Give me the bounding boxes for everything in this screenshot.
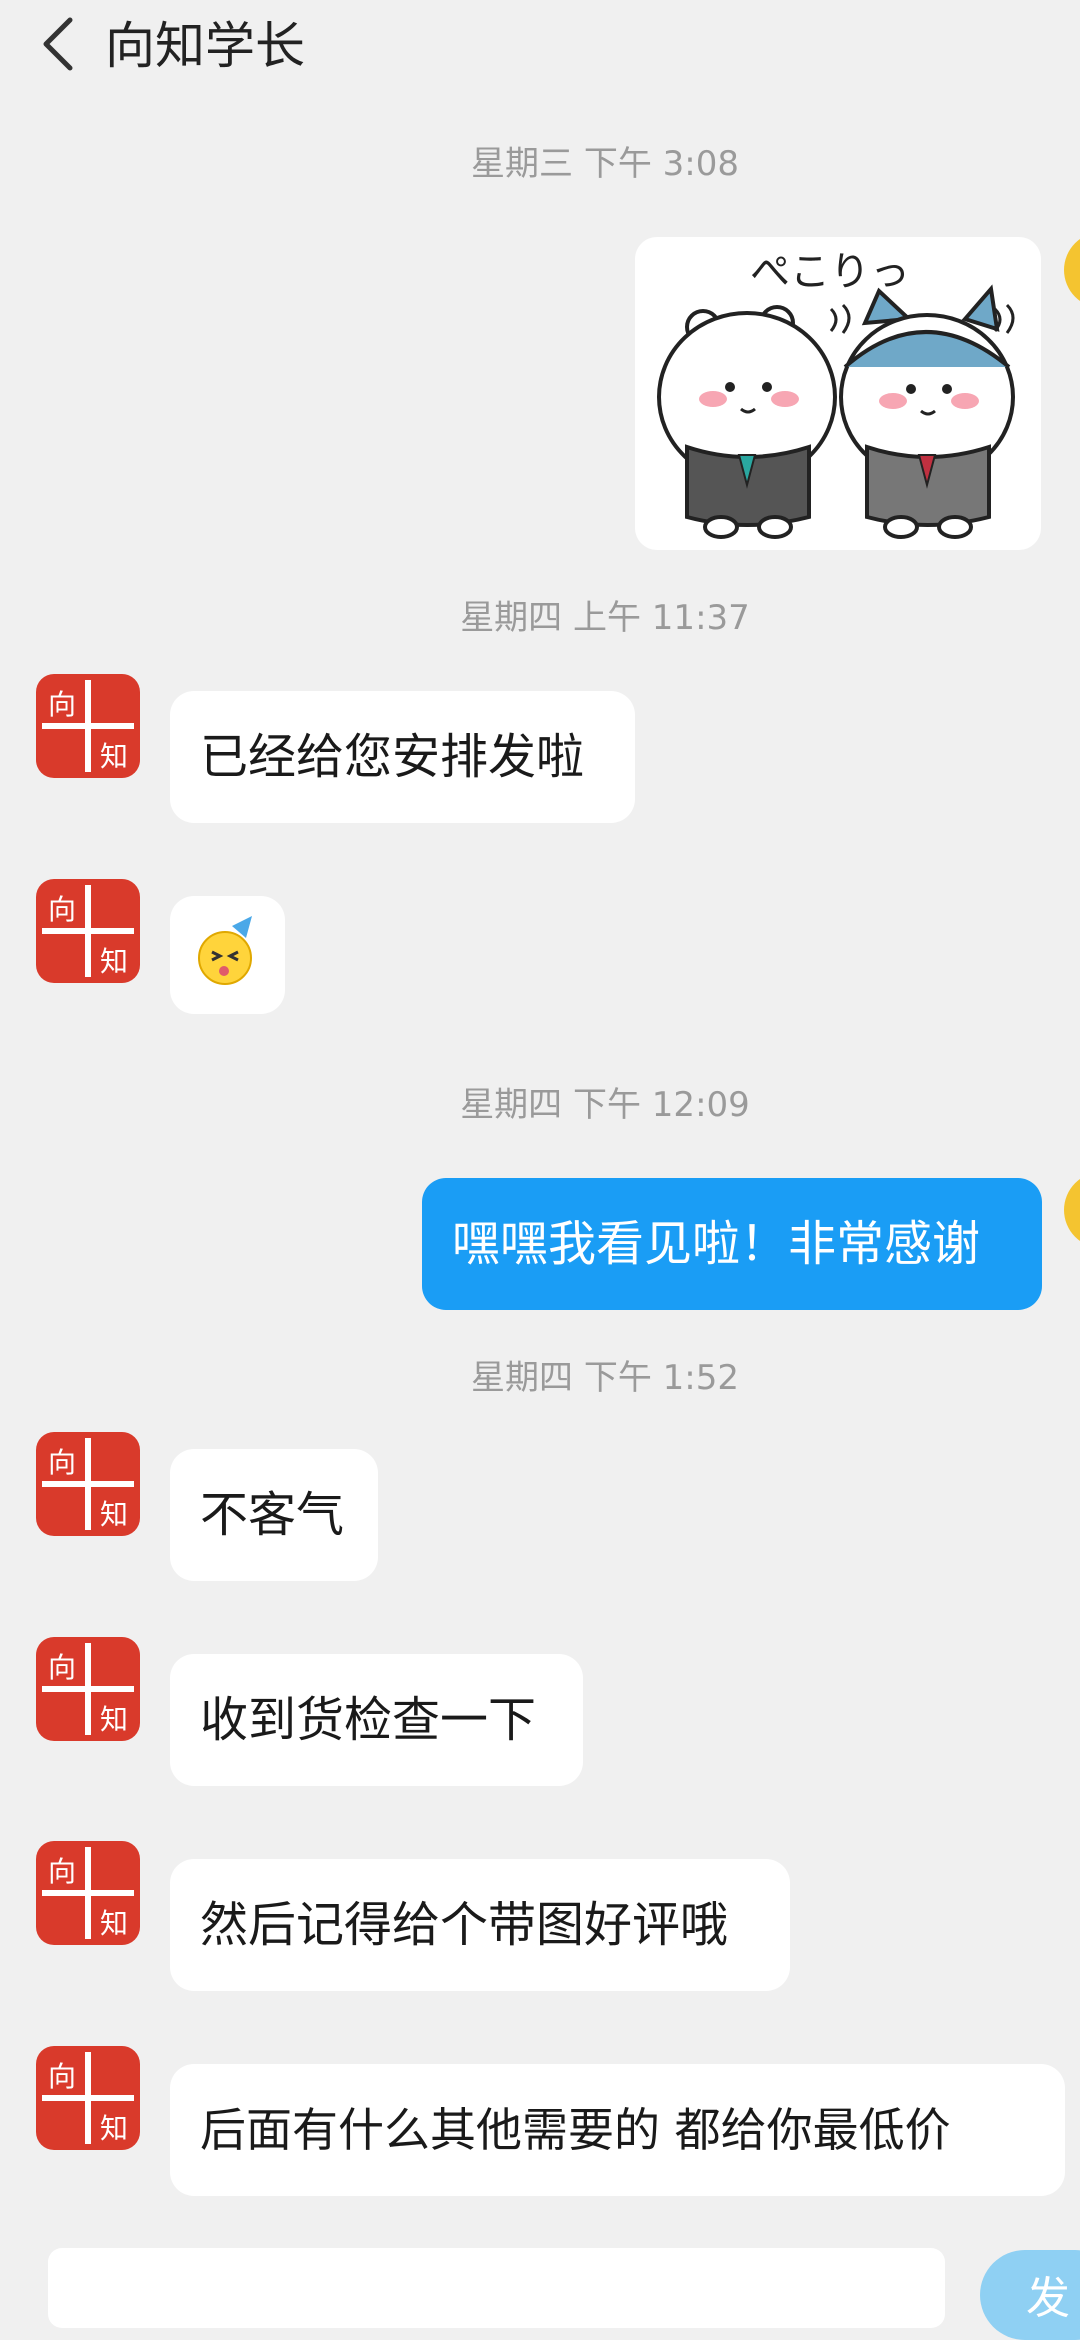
svg-text:向: 向 — [48, 1446, 76, 1479]
message-input[interactable] — [48, 2248, 945, 2328]
timestamp: 星期四 下午 12:09 — [460, 1085, 750, 1125]
timestamp: 星期四 下午 1:52 — [471, 1358, 739, 1398]
svg-text:向: 向 — [48, 1855, 76, 1888]
message-bubble[interactable]: 然后记得给个带图好评哦 — [170, 1859, 790, 1991]
timestamp: 星期四 上午 11:37 — [460, 598, 750, 638]
svg-text:向: 向 — [48, 1651, 76, 1684]
message-bubble[interactable]: 已经给您安排发啦 — [170, 691, 635, 823]
avatar[interactable]: 向 知 — [32, 1633, 144, 1745]
svg-text:知: 知 — [100, 1907, 128, 1940]
sticker-message[interactable]: ぺこりっ — [635, 237, 1041, 550]
emoji-message[interactable] — [170, 896, 285, 1014]
message-bubble[interactable]: 收到货检查一下 — [170, 1654, 583, 1786]
party-face-emoji — [198, 916, 252, 985]
chat-header: 向知学长 — [0, 0, 1080, 95]
send-label: 发 — [1026, 2273, 1070, 2324]
svg-text:向: 向 — [48, 893, 76, 926]
svg-text:知: 知 — [100, 945, 128, 978]
sticker-caption: ぺこりっ — [750, 249, 910, 295]
svg-text:知: 知 — [100, 740, 128, 773]
two-bears-bowing-sticker: ぺこりっ — [657, 249, 1015, 539]
avatar[interactable]: 向 知 — [32, 1428, 144, 1540]
page-title: 向知学长 — [105, 17, 305, 75]
message-bubble-self[interactable]: 嘿嘿我看见啦！非常感谢 — [422, 1178, 1042, 1310]
input-bar: 发 — [0, 2230, 1080, 2340]
message-bubble[interactable]: 后面有什么其他需要的 都给你最低价 — [170, 2064, 1065, 2196]
timestamp: 星期三 下午 3:08 — [471, 144, 739, 184]
svg-text:知: 知 — [100, 1498, 128, 1531]
avatar[interactable]: 向 知 — [32, 2042, 144, 2154]
message-bubble[interactable]: 不客气 — [170, 1449, 378, 1581]
self-avatar[interactable] — [1062, 230, 1080, 310]
avatar[interactable]: 向 知 — [32, 1837, 144, 1949]
svg-text:向: 向 — [48, 688, 76, 721]
svg-text:知: 知 — [100, 2112, 128, 2145]
avatar[interactable]: 向 知 — [32, 875, 144, 987]
svg-text:向: 向 — [48, 2060, 76, 2093]
send-button[interactable]: 发 — [980, 2250, 1080, 2340]
chevron-left-icon[interactable] — [30, 14, 90, 74]
avatar[interactable]: 向 知 — [32, 670, 144, 782]
svg-text:知: 知 — [100, 1703, 128, 1736]
self-avatar[interactable] — [1062, 1170, 1080, 1250]
